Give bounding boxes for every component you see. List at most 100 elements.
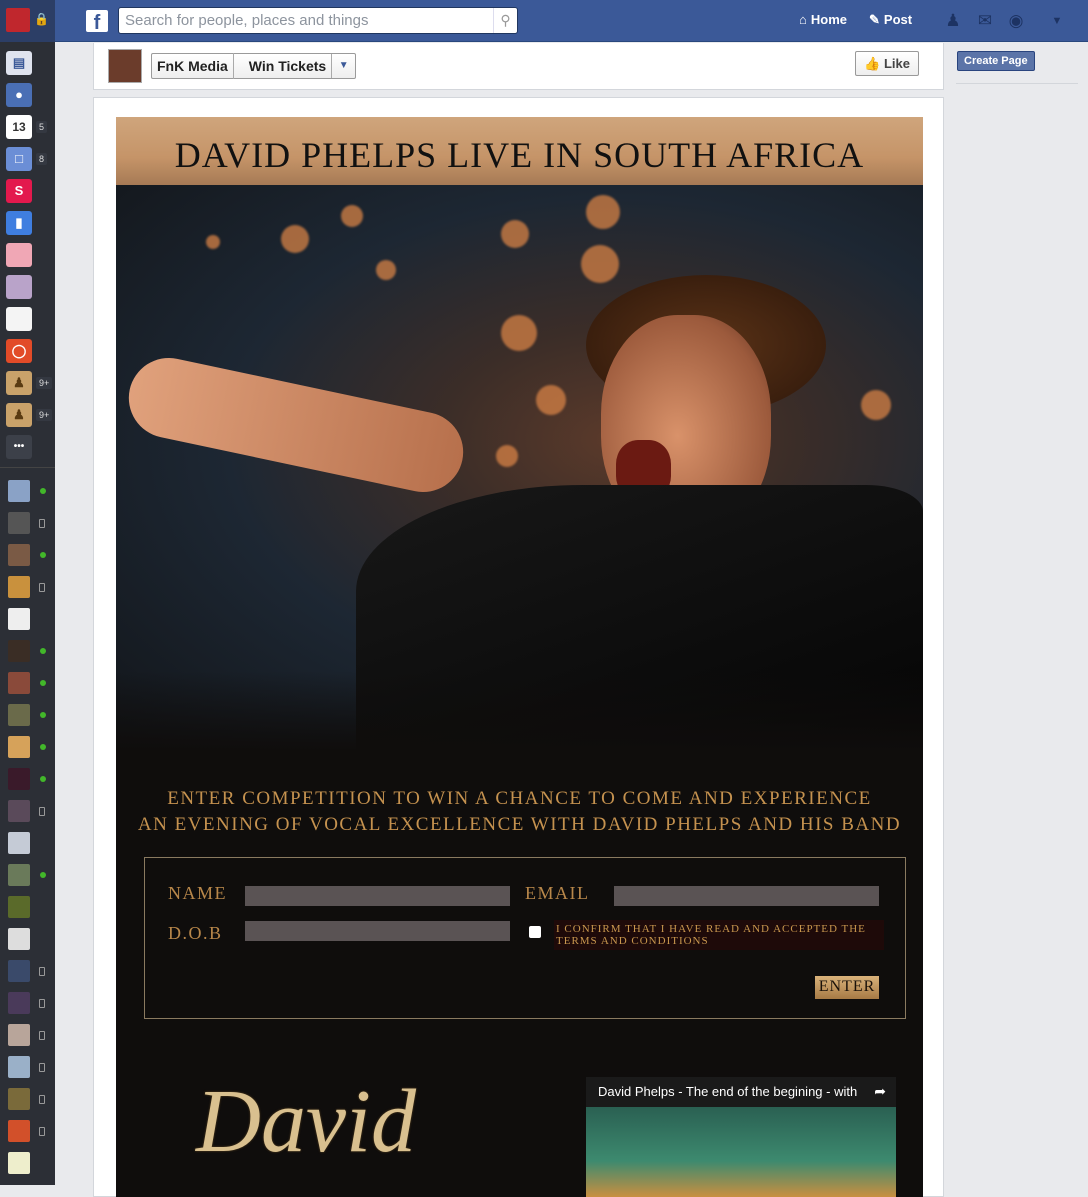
- breadcrumb-separator: [232, 53, 244, 79]
- app-bookmark-1-icon[interactable]: [6, 243, 32, 267]
- chat-friend-avatar[interactable]: [8, 896, 30, 918]
- youtube-video-embed[interactable]: David Phelps - The end of the begining -…: [586, 1077, 896, 1197]
- mobile-status-icon: [39, 583, 45, 592]
- privacy-lock-icon[interactable]: 🔒: [34, 12, 49, 26]
- right-column-divider: [956, 83, 1078, 84]
- breadcrumb-page-name[interactable]: FnK Media: [152, 58, 233, 74]
- bokeh-light: [536, 385, 566, 415]
- chat-friend-avatar[interactable]: [8, 544, 30, 566]
- competition-line-2: AN EVENING OF VOCAL EXCELLENCE WITH DAVI…: [137, 814, 902, 835]
- search-input[interactable]: [119, 8, 489, 33]
- email-field[interactable]: [614, 886, 879, 906]
- bokeh-light: [501, 220, 529, 248]
- chat-friend-avatar[interactable]: [8, 704, 30, 726]
- news-feed-icon[interactable]: ▤: [6, 51, 32, 75]
- chat-friend-avatar[interactable]: [8, 992, 30, 1014]
- app-bookmark-4-icon[interactable]: ◯: [6, 339, 32, 363]
- bokeh-light: [501, 315, 537, 351]
- chat-friend-avatar[interactable]: [8, 608, 30, 630]
- bokeh-light: [581, 245, 619, 283]
- singer-outstretched-arm: [121, 350, 471, 500]
- chat-friend-avatar[interactable]: [8, 736, 30, 758]
- chat-friend-avatar[interactable]: [8, 800, 30, 822]
- create-page-button[interactable]: Create Page: [957, 51, 1035, 71]
- more-apps-icon[interactable]: •••: [6, 435, 32, 459]
- chat-friend-avatar[interactable]: [8, 768, 30, 790]
- mobile-status-icon: [39, 807, 45, 816]
- chat-friend-avatar[interactable]: [8, 640, 30, 662]
- chat-friend-avatar[interactable]: [8, 1024, 30, 1046]
- entry-form: NAME EMAIL D.O.B I CONFIRM THAT I HAVE R…: [144, 857, 906, 1019]
- post-button[interactable]: ✎ Post: [869, 12, 912, 28]
- app-bookmark-3-icon[interactable]: [6, 307, 32, 331]
- post-label: Post: [883, 12, 913, 27]
- post-edit-icon: ✎: [869, 12, 880, 27]
- user-avatar[interactable]: [6, 8, 30, 32]
- facebook-logo-icon[interactable]: f: [86, 10, 108, 34]
- dob-field[interactable]: [245, 921, 510, 941]
- chat-friend-avatar[interactable]: [8, 864, 30, 886]
- home-icon: ⌂: [799, 12, 807, 27]
- video-title: David Phelps - The end of the begining -…: [598, 1084, 858, 1099]
- messages-icon[interactable]: ✉: [974, 10, 996, 32]
- chat-friend-avatar[interactable]: [8, 1120, 30, 1142]
- david-phelps-logo: David: [196, 1072, 416, 1171]
- app-cube-icon[interactable]: □: [6, 147, 32, 171]
- friend-requests-icon[interactable]: ♟: [942, 10, 964, 32]
- dob-label: D.O.B: [168, 923, 223, 943]
- bokeh-light: [341, 205, 363, 227]
- promo-title-bar: DAVID PHELPS LIVE IN SOUTH AFRICA: [116, 117, 923, 185]
- mobile-status-icon: [39, 1095, 45, 1104]
- account-menu-chevron-icon[interactable]: ▼: [1046, 10, 1068, 32]
- mobile-status-icon: [39, 1031, 45, 1040]
- search-box: ⚲: [118, 7, 518, 34]
- mobile-status-icon: [39, 1063, 45, 1072]
- chat-friend-avatar[interactable]: [8, 576, 30, 598]
- chat-friend-avatar[interactable]: [8, 960, 30, 982]
- chat-friend-avatar[interactable]: [8, 480, 30, 502]
- chat-friend-avatar[interactable]: [8, 928, 30, 950]
- share-icon[interactable]: ➦: [874, 1083, 886, 1100]
- group-icon-2[interactable]: ♟: [6, 403, 32, 427]
- mobile-status-icon: [39, 1127, 45, 1136]
- right-column: Create Page: [944, 43, 1088, 1185]
- messages-app-icon[interactable]: ●: [6, 83, 32, 107]
- online-status-dot: [40, 488, 46, 494]
- chevron-down-icon[interactable]: ▼: [331, 54, 355, 78]
- photo-fade: [116, 671, 923, 751]
- left-rail-header: 🔒: [0, 0, 55, 42]
- online-status-dot: [40, 744, 46, 750]
- chat-friend-avatar[interactable]: [8, 1152, 30, 1174]
- like-button[interactable]: 👍 Like: [855, 51, 919, 76]
- chat-friend-avatar[interactable]: [8, 832, 30, 854]
- notifications-globe-icon[interactable]: ◉: [1005, 10, 1027, 32]
- group-icon[interactable]: ♟: [6, 371, 32, 395]
- left-sidebar: ▤ ● 13 5 □ 8 S ▮ ◯ ♟ 9+ ♟ 9+ •••: [0, 42, 55, 1185]
- bokeh-light: [586, 195, 620, 229]
- bokeh-light: [376, 260, 396, 280]
- bokeh-light: [861, 390, 891, 420]
- mobile-status-icon: [39, 519, 45, 528]
- bokeh-light: [496, 445, 518, 467]
- enter-button[interactable]: ENTER: [815, 976, 879, 999]
- chat-friend-avatar[interactable]: [8, 1056, 30, 1078]
- chat-friend-avatar[interactable]: [8, 672, 30, 694]
- breadcrumb-tab-name[interactable]: Win Tickets: [244, 58, 331, 74]
- name-field[interactable]: [245, 886, 510, 906]
- app-bookmark-2-icon[interactable]: [6, 275, 32, 299]
- home-button[interactable]: ⌂ Home: [799, 12, 847, 27]
- group-count-badge-2: 9+: [36, 409, 53, 421]
- search-icon[interactable]: ⚲: [493, 8, 517, 33]
- events-calendar-icon[interactable]: 13: [6, 115, 32, 139]
- email-label: EMAIL: [525, 883, 590, 903]
- terms-checkbox[interactable]: [529, 926, 541, 938]
- app-s-icon[interactable]: S: [6, 179, 32, 203]
- chat-friend-avatar[interactable]: [8, 512, 30, 534]
- page-breadcrumb: FnK Media Win Tickets ▼: [151, 53, 357, 79]
- singer-photo: [116, 185, 923, 751]
- mobile-status-icon: [39, 999, 45, 1008]
- page-tab-thumbnail[interactable]: [108, 49, 142, 83]
- insights-icon[interactable]: ▮: [6, 211, 32, 235]
- chat-friend-avatar[interactable]: [8, 1088, 30, 1110]
- home-label: Home: [810, 12, 847, 27]
